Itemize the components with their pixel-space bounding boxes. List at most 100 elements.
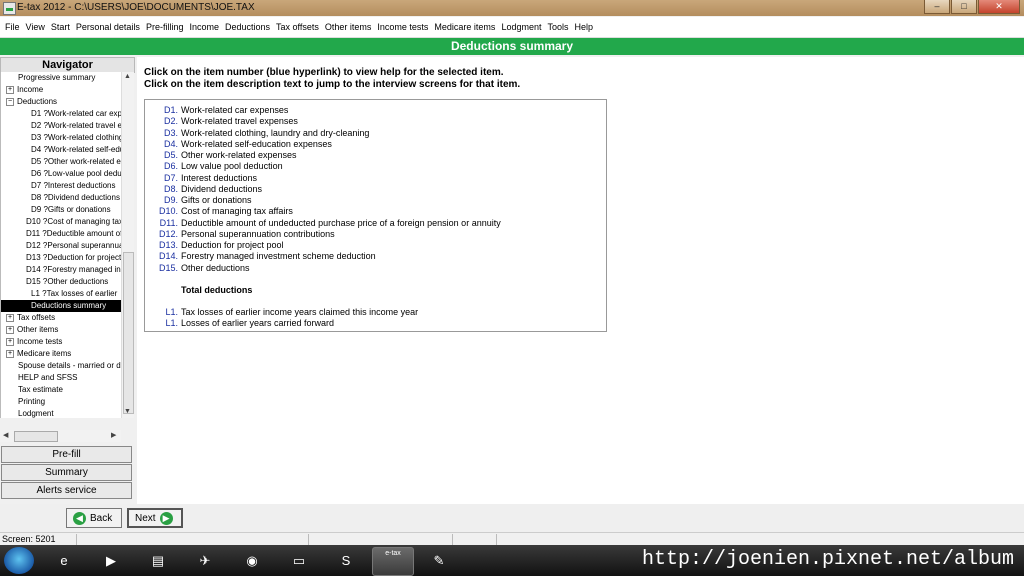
menu-income[interactable]: Income	[186, 22, 222, 32]
next-button[interactable]: Next ▶	[127, 508, 183, 528]
expander-icon[interactable]: +	[6, 349, 14, 358]
menu-personal-details[interactable]: Personal details	[73, 22, 143, 32]
navigator-item[interactable]: + Tax offsets	[1, 312, 122, 324]
close-button[interactable]: ✕	[978, 0, 1020, 14]
menu-view[interactable]: View	[23, 22, 48, 32]
deduction-item-description-link[interactable]: Interest deductions	[181, 173, 257, 183]
internet-explorer-icon[interactable]: e	[44, 547, 84, 574]
deduction-item-help-link[interactable]: D2.	[145, 116, 178, 127]
navigator-item[interactable]: + Other items	[1, 324, 122, 336]
menu-medicare-items[interactable]: Medicare items	[431, 22, 498, 32]
deduction-item-help-link[interactable]: D13.	[145, 240, 178, 251]
deduction-item-description-link[interactable]: Low value pool deduction	[181, 161, 283, 171]
navigator-item[interactable]: D1 ?Work-related car exp	[1, 108, 122, 120]
pre-fill-button[interactable]: Pre-fill	[1, 446, 132, 463]
scroll-up-icon[interactable]: ▲	[124, 73, 131, 80]
deduction-item-description-link[interactable]: Deductible amount of undeducted purchase…	[181, 218, 501, 228]
media-player-icon[interactable]: ▶	[91, 547, 131, 574]
navigator-item[interactable]: D8 ?Dividend deductions	[1, 192, 122, 204]
deduction-item-help-link[interactable]: D11.	[145, 218, 178, 229]
navigator-item[interactable]: − Deductions	[1, 96, 122, 108]
navigator-item[interactable]: D3 ?Work-related clothing	[1, 132, 122, 144]
back-button[interactable]: ◀ Back	[66, 508, 122, 528]
maximize-button[interactable]: □	[951, 0, 977, 14]
horizontal-scroll-thumb[interactable]	[14, 431, 58, 442]
minimize-button[interactable]: –	[924, 0, 950, 14]
navigator-item[interactable]: D7 ?Interest deductions	[1, 180, 122, 192]
menu-other-items[interactable]: Other items	[322, 22, 375, 32]
deduction-item-description-link[interactable]: Work-related self-education expenses	[181, 139, 332, 149]
menu-income-tests[interactable]: Income tests	[374, 22, 431, 32]
navigator-item[interactable]: L1 ?Tax losses of earlier	[1, 288, 122, 300]
deduction-item-help-link[interactable]: D3.	[145, 128, 178, 139]
navigator-item[interactable]: D9 ?Gifts or donations	[1, 204, 122, 216]
folder-icon[interactable]: ▭	[279, 547, 319, 574]
deduction-item-help-link[interactable]: D8.	[145, 184, 178, 195]
menu-pre-filling[interactable]: Pre-filling	[143, 22, 187, 32]
deduction-item-description-link[interactable]: Work-related travel expenses	[181, 116, 298, 126]
loss-item-description-link[interactable]: Losses of earlier years carried forward	[181, 318, 334, 328]
deduction-item-description-link[interactable]: Work-related car expenses	[181, 105, 288, 115]
menu-file[interactable]: File	[0, 22, 23, 32]
scroll-thumb[interactable]	[123, 252, 134, 414]
navigator-item[interactable]: Lodgment	[1, 408, 122, 418]
deduction-item-description-link[interactable]: Other work-related expenses	[181, 150, 297, 160]
navigator-item[interactable]: Progressive summary	[1, 72, 122, 84]
navigator-item[interactable]: D12 ?Personal superannua	[1, 240, 122, 252]
deduction-item-help-link[interactable]: D7.	[145, 173, 178, 184]
menu-lodgment[interactable]: Lodgment	[498, 22, 544, 32]
summary-button[interactable]: Summary	[1, 464, 132, 481]
menu-tools[interactable]: Tools	[544, 22, 571, 32]
deduction-item-help-link[interactable]: D5.	[145, 150, 178, 161]
deduction-item-help-link[interactable]: D9.	[145, 195, 178, 206]
menu-tax-offsets[interactable]: Tax offsets	[273, 22, 322, 32]
expander-icon[interactable]: +	[6, 337, 14, 346]
deduction-item-description-link[interactable]: Dividend deductions	[181, 184, 262, 194]
navigator-horizontal-scrollbar[interactable]: ◀ ▶	[0, 430, 121, 442]
navigator-item[interactable]: D11 ?Deductible amount of	[1, 228, 122, 240]
expander-icon[interactable]: +	[6, 85, 14, 94]
navigator-item[interactable]: Printing	[1, 396, 122, 408]
loss-item-description-link[interactable]: Tax losses of earlier income years claim…	[181, 307, 418, 317]
navigator-item[interactable]: D5 ?Other work-related e	[1, 156, 122, 168]
navigator-item[interactable]: + Medicare items	[1, 348, 122, 360]
skype-icon[interactable]: S	[326, 547, 366, 574]
deduction-item-description-link[interactable]: Other deductions	[181, 263, 250, 273]
app-icon[interactable]: ✈	[185, 547, 225, 574]
deduction-item-help-link[interactable]: D10.	[145, 206, 178, 217]
navigator-item[interactable]: + Income tests	[1, 336, 122, 348]
navigator-item[interactable]: + Income	[1, 84, 122, 96]
scroll-down-icon[interactable]: ▼	[124, 408, 131, 415]
paint-icon[interactable]: ✎	[419, 547, 459, 574]
deduction-item-help-link[interactable]: D12.	[145, 229, 178, 240]
deduction-item-description-link[interactable]: Work-related clothing, laundry and dry-c…	[181, 128, 369, 138]
navigator-item[interactable]: Spouse details - married or d	[1, 360, 122, 372]
navigator-item[interactable]: D13 ?Deduction for project	[1, 252, 122, 264]
navigator-item[interactable]: D4 ?Work-related self-edu	[1, 144, 122, 156]
expander-icon[interactable]: −	[6, 97, 14, 106]
navigator-item[interactable]: Tax estimate	[1, 384, 122, 396]
menu-help[interactable]: Help	[571, 22, 596, 32]
etax-taskbar-icon[interactable]: e-tax	[372, 547, 414, 576]
start-button[interactable]	[4, 547, 34, 574]
loss-item-help-link[interactable]: L1.	[145, 307, 178, 318]
navigator-vertical-scrollbar[interactable]: ▲ ▼	[121, 72, 134, 418]
navigator-item[interactable]: Deductions summary	[1, 300, 122, 312]
deduction-item-help-link[interactable]: D1.	[145, 105, 178, 116]
navigator-item[interactable]: D6 ?Low-value pool dedu	[1, 168, 122, 180]
deduction-item-description-link[interactable]: Personal superannuation contributions	[181, 229, 335, 239]
navigator-item[interactable]: D10 ?Cost of managing tax	[1, 216, 122, 228]
alerts-service-button[interactable]: Alerts service	[1, 482, 132, 499]
loss-item-help-link[interactable]: L1.	[145, 318, 178, 329]
file-explorer-icon[interactable]: ▤	[138, 547, 178, 574]
deduction-item-help-link[interactable]: D14.	[145, 251, 178, 262]
scroll-left-icon[interactable]: ◀	[3, 431, 8, 439]
deduction-item-help-link[interactable]: D4.	[145, 139, 178, 150]
scroll-right-icon[interactable]: ▶	[111, 431, 116, 439]
menu-start[interactable]: Start	[48, 22, 73, 32]
deduction-item-description-link[interactable]: Forestry managed investment scheme deduc…	[181, 251, 376, 261]
expander-icon[interactable]: +	[6, 313, 14, 322]
navigator-item[interactable]: HELP and SFSS	[1, 372, 122, 384]
deduction-item-description-link[interactable]: Cost of managing tax affairs	[181, 206, 293, 216]
navigator-item[interactable]: D2 ?Work-related travel e	[1, 120, 122, 132]
